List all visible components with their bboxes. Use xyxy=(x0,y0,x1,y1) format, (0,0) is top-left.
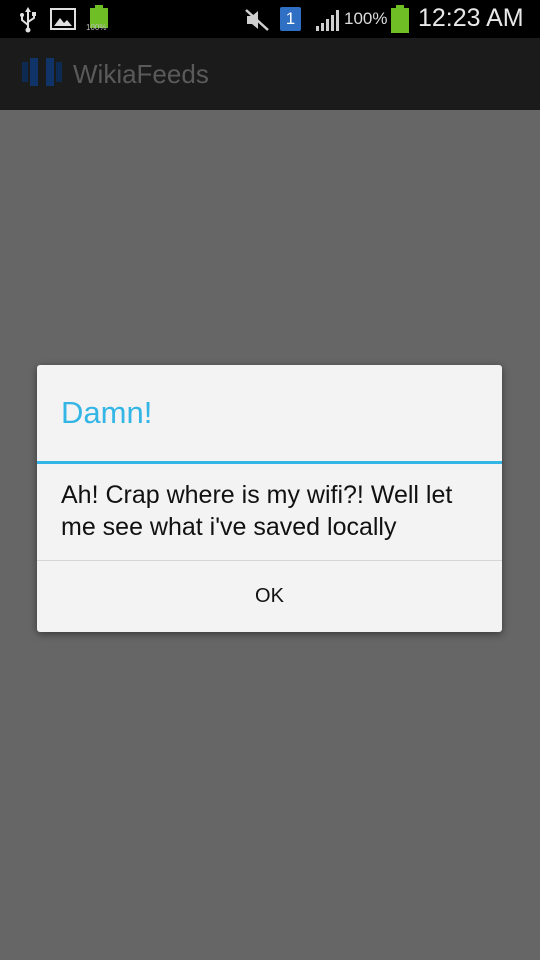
status-bar: 100% 1 100% 12:23 AM xyxy=(0,0,540,38)
ok-button[interactable]: OK xyxy=(37,561,502,632)
app-title: WikiaFeeds xyxy=(73,59,209,89)
usb-icon xyxy=(20,7,36,33)
signal-icon xyxy=(316,10,339,31)
signal-percent: 100% xyxy=(344,9,388,28)
dialog-title: Damn! xyxy=(61,395,153,430)
wikia-app-icon[interactable] xyxy=(20,52,64,92)
dialog-message: Ah! Crap where is my wifi?! Well let me … xyxy=(61,481,453,541)
battery-small-label: 100% xyxy=(86,23,107,32)
sim-1-icon: 1 xyxy=(280,7,301,31)
screen: 100% 1 100% 12:23 AM WikiaFeeds Damn! Ah… xyxy=(0,0,540,960)
battery-icon xyxy=(391,5,409,33)
clock: 12:23 AM xyxy=(418,4,524,32)
dialog-title-divider xyxy=(37,461,502,464)
action-bar: WikiaFeeds xyxy=(0,38,540,110)
mute-icon xyxy=(245,9,269,31)
alert-dialog: Damn! Ah! Crap where is my wifi?! Well l… xyxy=(37,365,502,632)
image-icon xyxy=(50,8,76,30)
sim-label: 1 xyxy=(285,9,296,28)
